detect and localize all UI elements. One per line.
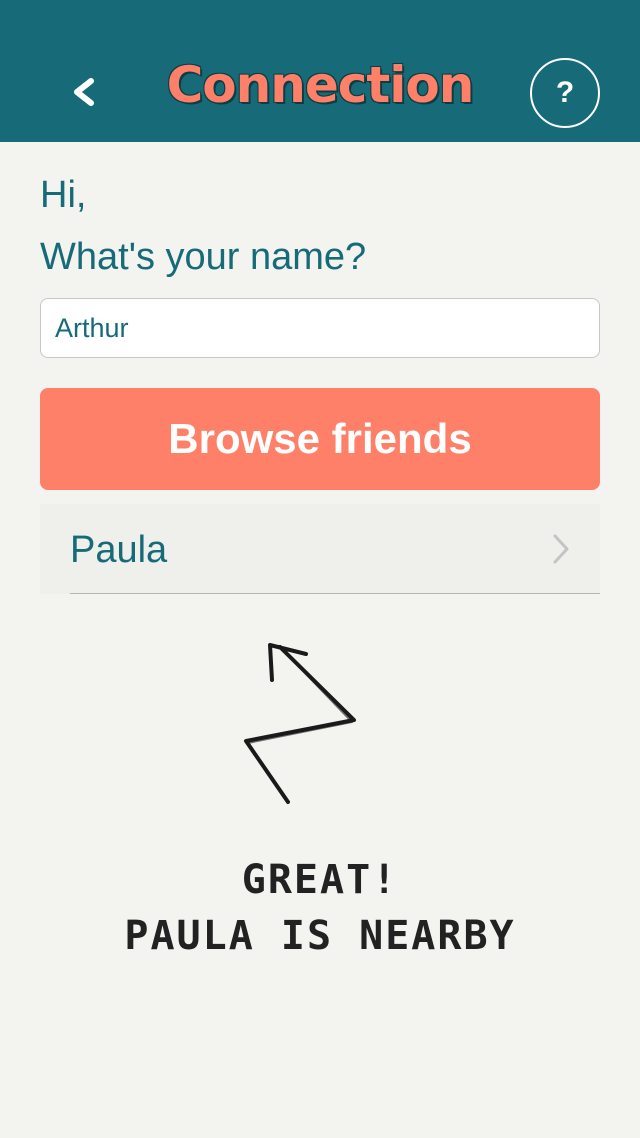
greeting-text: Hi, bbox=[40, 174, 87, 216]
message-line-2: PAULA IS NEARBY bbox=[124, 913, 516, 959]
back-arrow-icon bbox=[74, 78, 94, 106]
chevron-right-icon bbox=[553, 534, 569, 564]
back-button[interactable] bbox=[62, 68, 106, 116]
name-question: What's your name? bbox=[40, 236, 367, 278]
message-line-1: GREAT! bbox=[241, 857, 399, 903]
list-divider bbox=[70, 593, 600, 594]
friend-list-item[interactable]: Paula bbox=[40, 504, 600, 594]
page-title: Connection bbox=[166, 56, 475, 114]
browse-friends-button[interactable]: Browse friends bbox=[40, 388, 600, 490]
name-input[interactable] bbox=[40, 298, 600, 358]
hand-drawn-arrow-icon bbox=[244, 643, 356, 804]
app-header: Connection ? bbox=[0, 0, 640, 142]
help-button[interactable]: ? bbox=[530, 58, 600, 128]
friend-name: Paula bbox=[70, 529, 168, 571]
nearby-message: GREAT! PAULA IS NEARBY bbox=[0, 852, 640, 964]
